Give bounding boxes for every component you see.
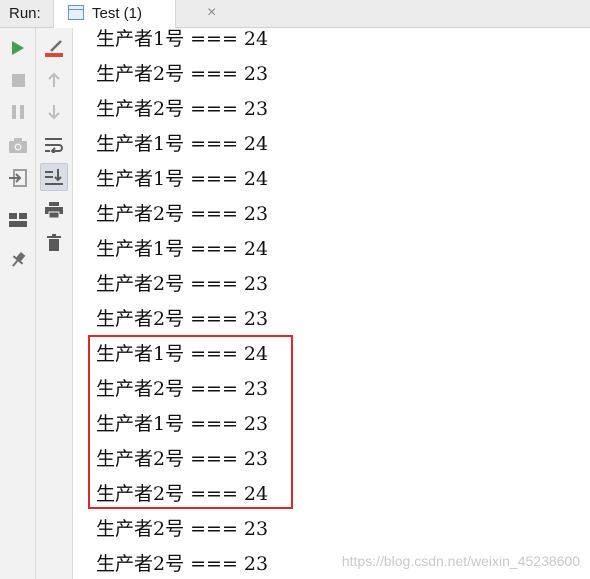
run-label: Run: xyxy=(9,5,41,22)
console-line: 生产者2号 === 23 xyxy=(96,203,269,225)
run-titlebar: Run: Test (1) × xyxy=(0,0,590,28)
tab-label: Test (1) xyxy=(92,5,143,22)
console-line: 生产者2号 === 23 xyxy=(96,98,269,120)
console-line: 生产者2号 === 23 xyxy=(96,63,269,85)
watermark: https://blog.csdn.net/weixin_45238600 xyxy=(341,553,580,569)
pause-icon[interactable] xyxy=(4,98,32,126)
clear-icon[interactable] xyxy=(40,34,68,62)
run-toolbar-right xyxy=(36,28,73,579)
console-line: 生产者1号 === 24 xyxy=(96,238,269,260)
down-arrow-icon[interactable] xyxy=(40,98,68,126)
stop-icon[interactable] xyxy=(4,66,32,94)
console-line: 生产者2号 === 23 xyxy=(96,553,269,575)
run-toolbar-left xyxy=(0,28,36,579)
console-line: 生产者1号 === 24 xyxy=(96,133,269,155)
tab-test[interactable]: Test (1) × xyxy=(53,0,216,28)
scroll-to-end-icon[interactable] xyxy=(40,163,68,191)
trash-icon[interactable] xyxy=(40,228,68,256)
run-icon[interactable] xyxy=(4,34,32,62)
console-line: 生产者2号 === 23 xyxy=(96,308,269,330)
tab-close-button[interactable]: × xyxy=(207,3,216,23)
console-line: 生产者1号 === 24 xyxy=(96,28,269,50)
soft-wrap-icon[interactable] xyxy=(40,131,68,159)
camera-icon[interactable] xyxy=(4,131,32,159)
console-line: 生产者2号 === 23 xyxy=(96,518,269,540)
console-window-icon xyxy=(68,5,84,20)
up-arrow-icon[interactable] xyxy=(40,66,68,94)
print-icon[interactable] xyxy=(40,196,68,224)
layout-icon[interactable] xyxy=(4,206,32,234)
login-icon[interactable] xyxy=(4,164,32,192)
console-line: 生产者1号 === 24 xyxy=(96,168,269,190)
highlight-box xyxy=(88,335,293,509)
pin-icon[interactable] xyxy=(4,246,32,274)
console-line: 生产者2号 === 23 xyxy=(96,273,269,295)
